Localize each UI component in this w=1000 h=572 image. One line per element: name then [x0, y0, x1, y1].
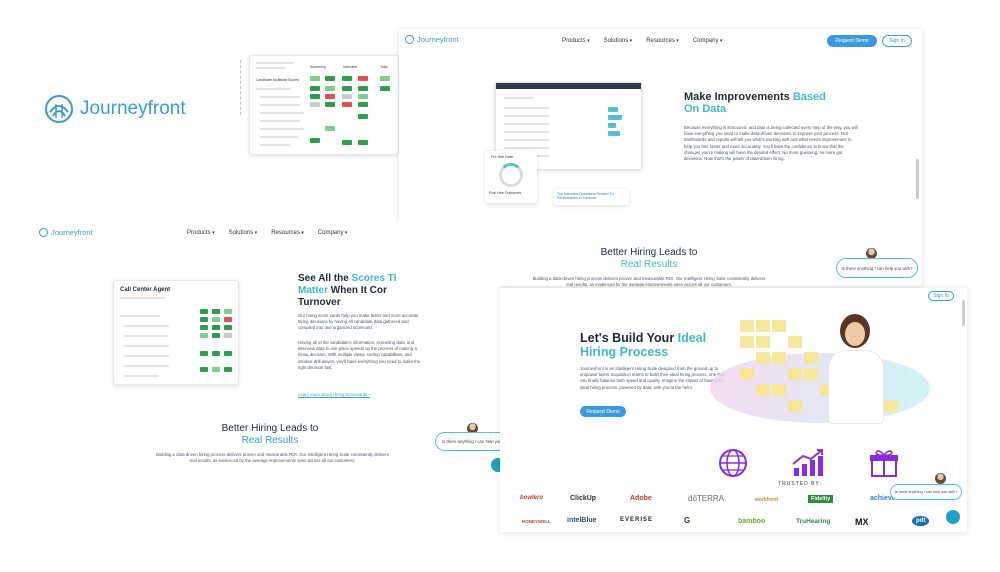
screenshot-see-all-scores: Journeyfront Products Solutions Resource… [25, 220, 500, 475]
header-logo[interactable]: Journeyfront [405, 35, 459, 44]
decorative-dot-grid [240, 60, 250, 115]
hero-person-illustration [820, 314, 890, 424]
better-hiring-title-2: Real Results [620, 259, 678, 270]
scores-learn-more-link[interactable]: Learn more about Hiring Scorecards › [298, 392, 370, 397]
better-hiring-left-2: Real Results [241, 435, 299, 446]
scores-body-1: Our hiring score cards help you make fas… [298, 313, 419, 331]
build-body: Journeyfront is an Intelligent Hiring Su… [580, 366, 725, 390]
chat-avatar-3 [935, 473, 946, 484]
header-brand-name-2: Journeyfront [51, 228, 93, 237]
nav-products[interactable]: Products [562, 38, 590, 44]
table-col-interview: Interview [343, 65, 358, 69]
donut-card: Pre Hire Data Post Hire Outcomes [485, 151, 537, 203]
nav-resources-2[interactable]: Resources [271, 230, 304, 236]
growth-chart-icon [792, 449, 823, 476]
hero-request-demo-button[interactable]: Request Demo [580, 406, 626, 417]
logo-mark-icon [405, 35, 414, 44]
logo-intelblue: intelBlue [567, 517, 597, 524]
logo-fidelity: Fidelity [808, 495, 834, 503]
trusted-by-label: TRUSTED BY: [778, 481, 822, 487]
logo-mx: MX [855, 517, 869, 527]
better-hiring-title: Better Hiring Leads to Real Results [549, 247, 749, 271]
screenshot-build-hiring-process: Sign In Let's Build Your Ideal Hiring Pr… [500, 288, 967, 532]
logo-truhearing: TruHearing [796, 518, 831, 525]
scrollbar[interactable] [916, 159, 919, 199]
logo-bamboo: bamboo [738, 518, 766, 525]
better-hiring-left-1: Better Hiring Leads to [221, 423, 319, 434]
header-nav: Products Solutions Resources Company [562, 38, 722, 44]
title-part-1: Make Improvements [684, 91, 793, 103]
section-title-build: Let's Build Your Ideal Hiring Process [580, 331, 750, 359]
scores-body-2: Having all of the candidate's informatio… [298, 340, 421, 370]
nav-solutions-2[interactable]: Solutions [229, 230, 258, 236]
table-col-screening: Screening [310, 65, 326, 69]
section-title-scores: See All the Scores Tl Matter When It Cor… [298, 273, 438, 309]
call-center-scorecard: Call Center Agent [113, 280, 239, 385]
scores-title-3: Turnover [298, 297, 341, 308]
globe-icon [719, 449, 747, 477]
nav-company[interactable]: Company [693, 38, 723, 44]
build-title-1: Let's Build Your [580, 331, 678, 345]
logo-g: G [684, 516, 691, 525]
section-title-improvements: Make Improvements Based On Data [684, 91, 854, 115]
scores-title-accent-1: Scores Tl [351, 273, 397, 284]
header-logo-2[interactable]: Journeyfront [39, 228, 93, 237]
nav-company-2[interactable]: Company [318, 230, 348, 236]
header-brand-name: Journeyfront [417, 35, 459, 44]
logo-doterra: dōTERRA [688, 494, 725, 503]
nav-solutions[interactable]: Solutions [604, 38, 633, 44]
brand-logo: Journeyfront [44, 92, 194, 126]
sign-in-button-3[interactable]: Sign In [928, 291, 954, 301]
nav-resources[interactable]: Resources [646, 38, 679, 44]
donut-chart [499, 163, 523, 187]
title-accent-2: On Data [684, 103, 727, 115]
chat-launcher-button-3[interactable] [946, 510, 960, 524]
logo-adobe: Adobe [630, 495, 652, 502]
chat-launcher-button-2[interactable] [491, 458, 500, 472]
better-hiring-body-left: Building a data-driven hiring process de… [156, 452, 389, 464]
scores-title-accent-2: Matter [298, 285, 329, 296]
chat-bubble[interactable]: Is there anything I can help you with? [836, 258, 918, 278]
table-row-head: Candidate Multitude Scores [256, 78, 299, 82]
brand-name: Journeyfront [80, 98, 186, 119]
sign-in-button[interactable]: Sign In [882, 35, 912, 47]
logo-mark-icon-2 [39, 228, 48, 237]
build-title-accent-2: Hiring Process [580, 345, 669, 359]
donut-caption: Post Hire Outcomes [489, 191, 522, 195]
chat-bubble-3[interactable]: Is there anything I can help you with? [890, 484, 962, 500]
nav-products-2[interactable]: Products [187, 230, 215, 236]
logo-workfront: workfront [755, 497, 779, 503]
better-hiring-title-left: Better Hiring Leads to Real Results [180, 423, 360, 447]
gift-icon [870, 450, 898, 477]
title-accent-1: Based [792, 91, 826, 103]
section-body-improvements: Because everything is structured, and da… [684, 125, 858, 162]
scores-title-1: See All the [298, 273, 352, 284]
build-title-accent-1: Ideal [677, 331, 707, 345]
logo-pdt: pdt [912, 516, 930, 526]
table-col-total: Total [380, 65, 388, 69]
better-hiring-title-1: Better Hiring Leads to [600, 247, 698, 258]
scorecard-table-preview: Screening Interview Total Candidate Mult… [249, 55, 399, 155]
header-nav-2: Products Solutions Resources Company [187, 230, 347, 236]
logo-clickup: ClickUp [570, 495, 597, 502]
request-demo-button[interactable]: Request Demo [827, 35, 877, 47]
logo-honeywell: HONEYWELL [522, 519, 551, 524]
logo-everise: EVERISE [620, 517, 654, 523]
donut-label: Pre Hire Data [491, 155, 513, 159]
scrollbar-3[interactable] [962, 300, 965, 326]
journeyfront-logo-icon [45, 95, 73, 123]
better-hiring-body: Building a data-driven hiring process de… [532, 276, 766, 286]
chat-bubble-2[interactable]: Is there anything I can help you with? [435, 432, 500, 451]
callout-card: Top Interview Questions Related To Perfo… [554, 189, 629, 205]
scores-title-2: When It Cor [328, 285, 387, 296]
card-title: Call Center Agent [120, 287, 171, 293]
logo-bowlero: bowlero [520, 495, 544, 501]
